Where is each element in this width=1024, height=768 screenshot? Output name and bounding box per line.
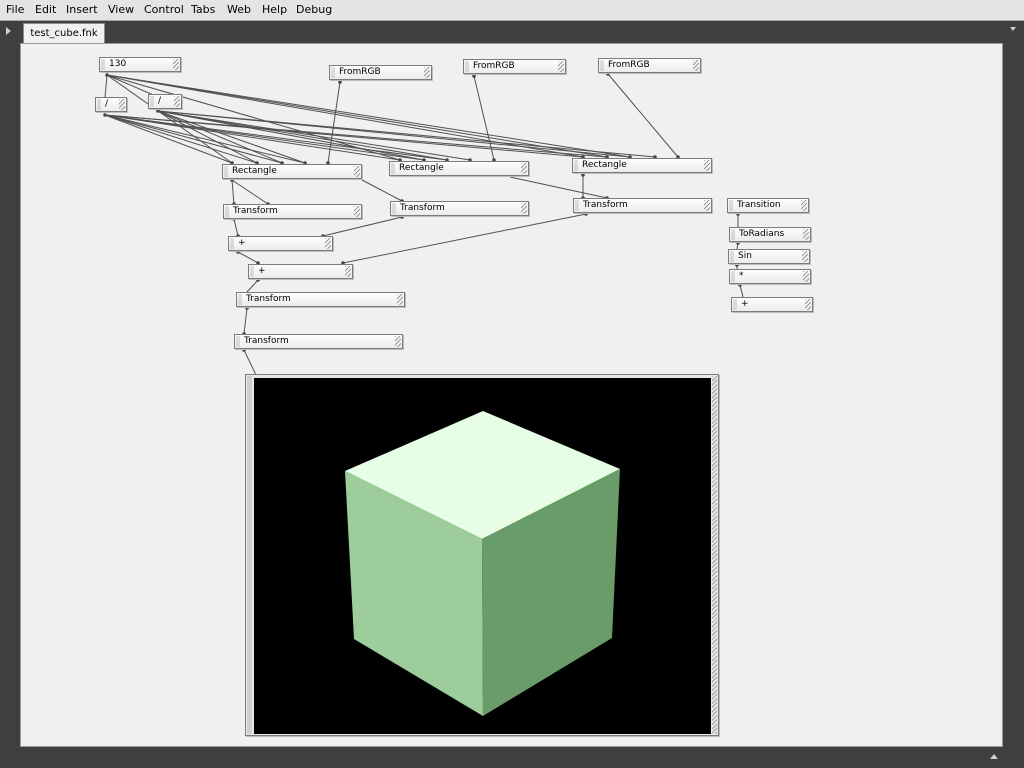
node-transform-4[interactable]: Transform — [236, 292, 405, 307]
node-label: Transform — [244, 336, 289, 346]
node-sin[interactable]: Sin — [728, 249, 810, 264]
node-fromrgb-2[interactable]: FromRGB — [463, 59, 566, 74]
node-label: Rectangle — [582, 160, 627, 170]
menu-help[interactable]: Help — [262, 3, 287, 16]
node-label: FromRGB — [608, 60, 650, 70]
node-label: / — [105, 99, 109, 109]
node-transition[interactable]: Transition — [727, 198, 809, 213]
node-label: / — [158, 96, 162, 106]
node-transform-3[interactable]: Transform — [573, 198, 712, 213]
expand-left-arrow-icon[interactable] — [6, 27, 11, 35]
menu-web[interactable]: Web — [227, 3, 251, 16]
right-gutter — [1003, 21, 1024, 768]
menu-debug[interactable]: Debug — [296, 3, 332, 16]
render-viewport[interactable] — [254, 378, 711, 734]
node-divide-2[interactable]: / — [148, 94, 182, 109]
node-add-3[interactable]: + — [731, 297, 813, 312]
node-label: Transform — [246, 294, 291, 304]
node-label: Sin — [738, 251, 752, 261]
node-label: Rectangle — [232, 166, 277, 176]
node-rectangle-2[interactable]: Rectangle — [389, 161, 529, 176]
node-label: + — [238, 238, 246, 248]
status-bar — [20, 747, 1003, 768]
node-label: * — [739, 271, 744, 281]
menu-edit[interactable]: Edit — [35, 3, 56, 16]
menu-file[interactable]: File — [6, 3, 24, 16]
node-multiply[interactable]: * — [729, 269, 811, 284]
node-label: FromRGB — [473, 61, 515, 71]
node-label: + — [258, 266, 266, 276]
node-transform-1[interactable]: Transform — [223, 204, 362, 219]
node-label: Transform — [233, 206, 278, 216]
node-rectangle-1[interactable]: Rectangle — [222, 164, 362, 179]
node-label: 130 — [109, 59, 127, 69]
node-transform-2[interactable]: Transform — [390, 201, 529, 216]
node-label: Transform — [583, 200, 628, 210]
expand-up-arrow-icon[interactable] — [990, 754, 998, 759]
node-label: Rectangle — [399, 163, 444, 173]
tab-test-cube[interactable]: test_cube.fnk — [23, 23, 105, 44]
node-transform-5[interactable]: Transform — [234, 334, 403, 349]
node-add-1[interactable]: + — [228, 236, 333, 251]
node-add-2[interactable]: + — [248, 264, 353, 279]
menu-tabs[interactable]: Tabs — [191, 3, 215, 16]
node-label: Transition — [737, 200, 781, 210]
node-label: + — [741, 299, 749, 309]
node-divide-1[interactable]: / — [95, 97, 127, 112]
menu-view[interactable]: View — [108, 3, 134, 16]
dropdown-arrow-icon[interactable] — [1010, 27, 1016, 31]
left-gutter — [0, 21, 20, 768]
node-number-130[interactable]: 130 — [99, 57, 181, 72]
node-fromrgb-3[interactable]: FromRGB — [598, 58, 701, 73]
menu-control[interactable]: Control — [144, 3, 184, 16]
tab-bar — [20, 21, 1003, 43]
cube-render — [345, 411, 620, 716]
menu-bar: File Edit Insert View Control Tabs Web H… — [0, 0, 1024, 21]
node-label: Transform — [400, 203, 445, 213]
node-label: ToRadians — [739, 229, 785, 239]
node-toradians[interactable]: ToRadians — [729, 227, 811, 242]
node-label: FromRGB — [339, 67, 381, 77]
node-fromrgb-1[interactable]: FromRGB — [329, 65, 432, 80]
node-rectangle-3[interactable]: Rectangle — [572, 158, 712, 173]
menu-insert[interactable]: Insert — [66, 3, 98, 16]
